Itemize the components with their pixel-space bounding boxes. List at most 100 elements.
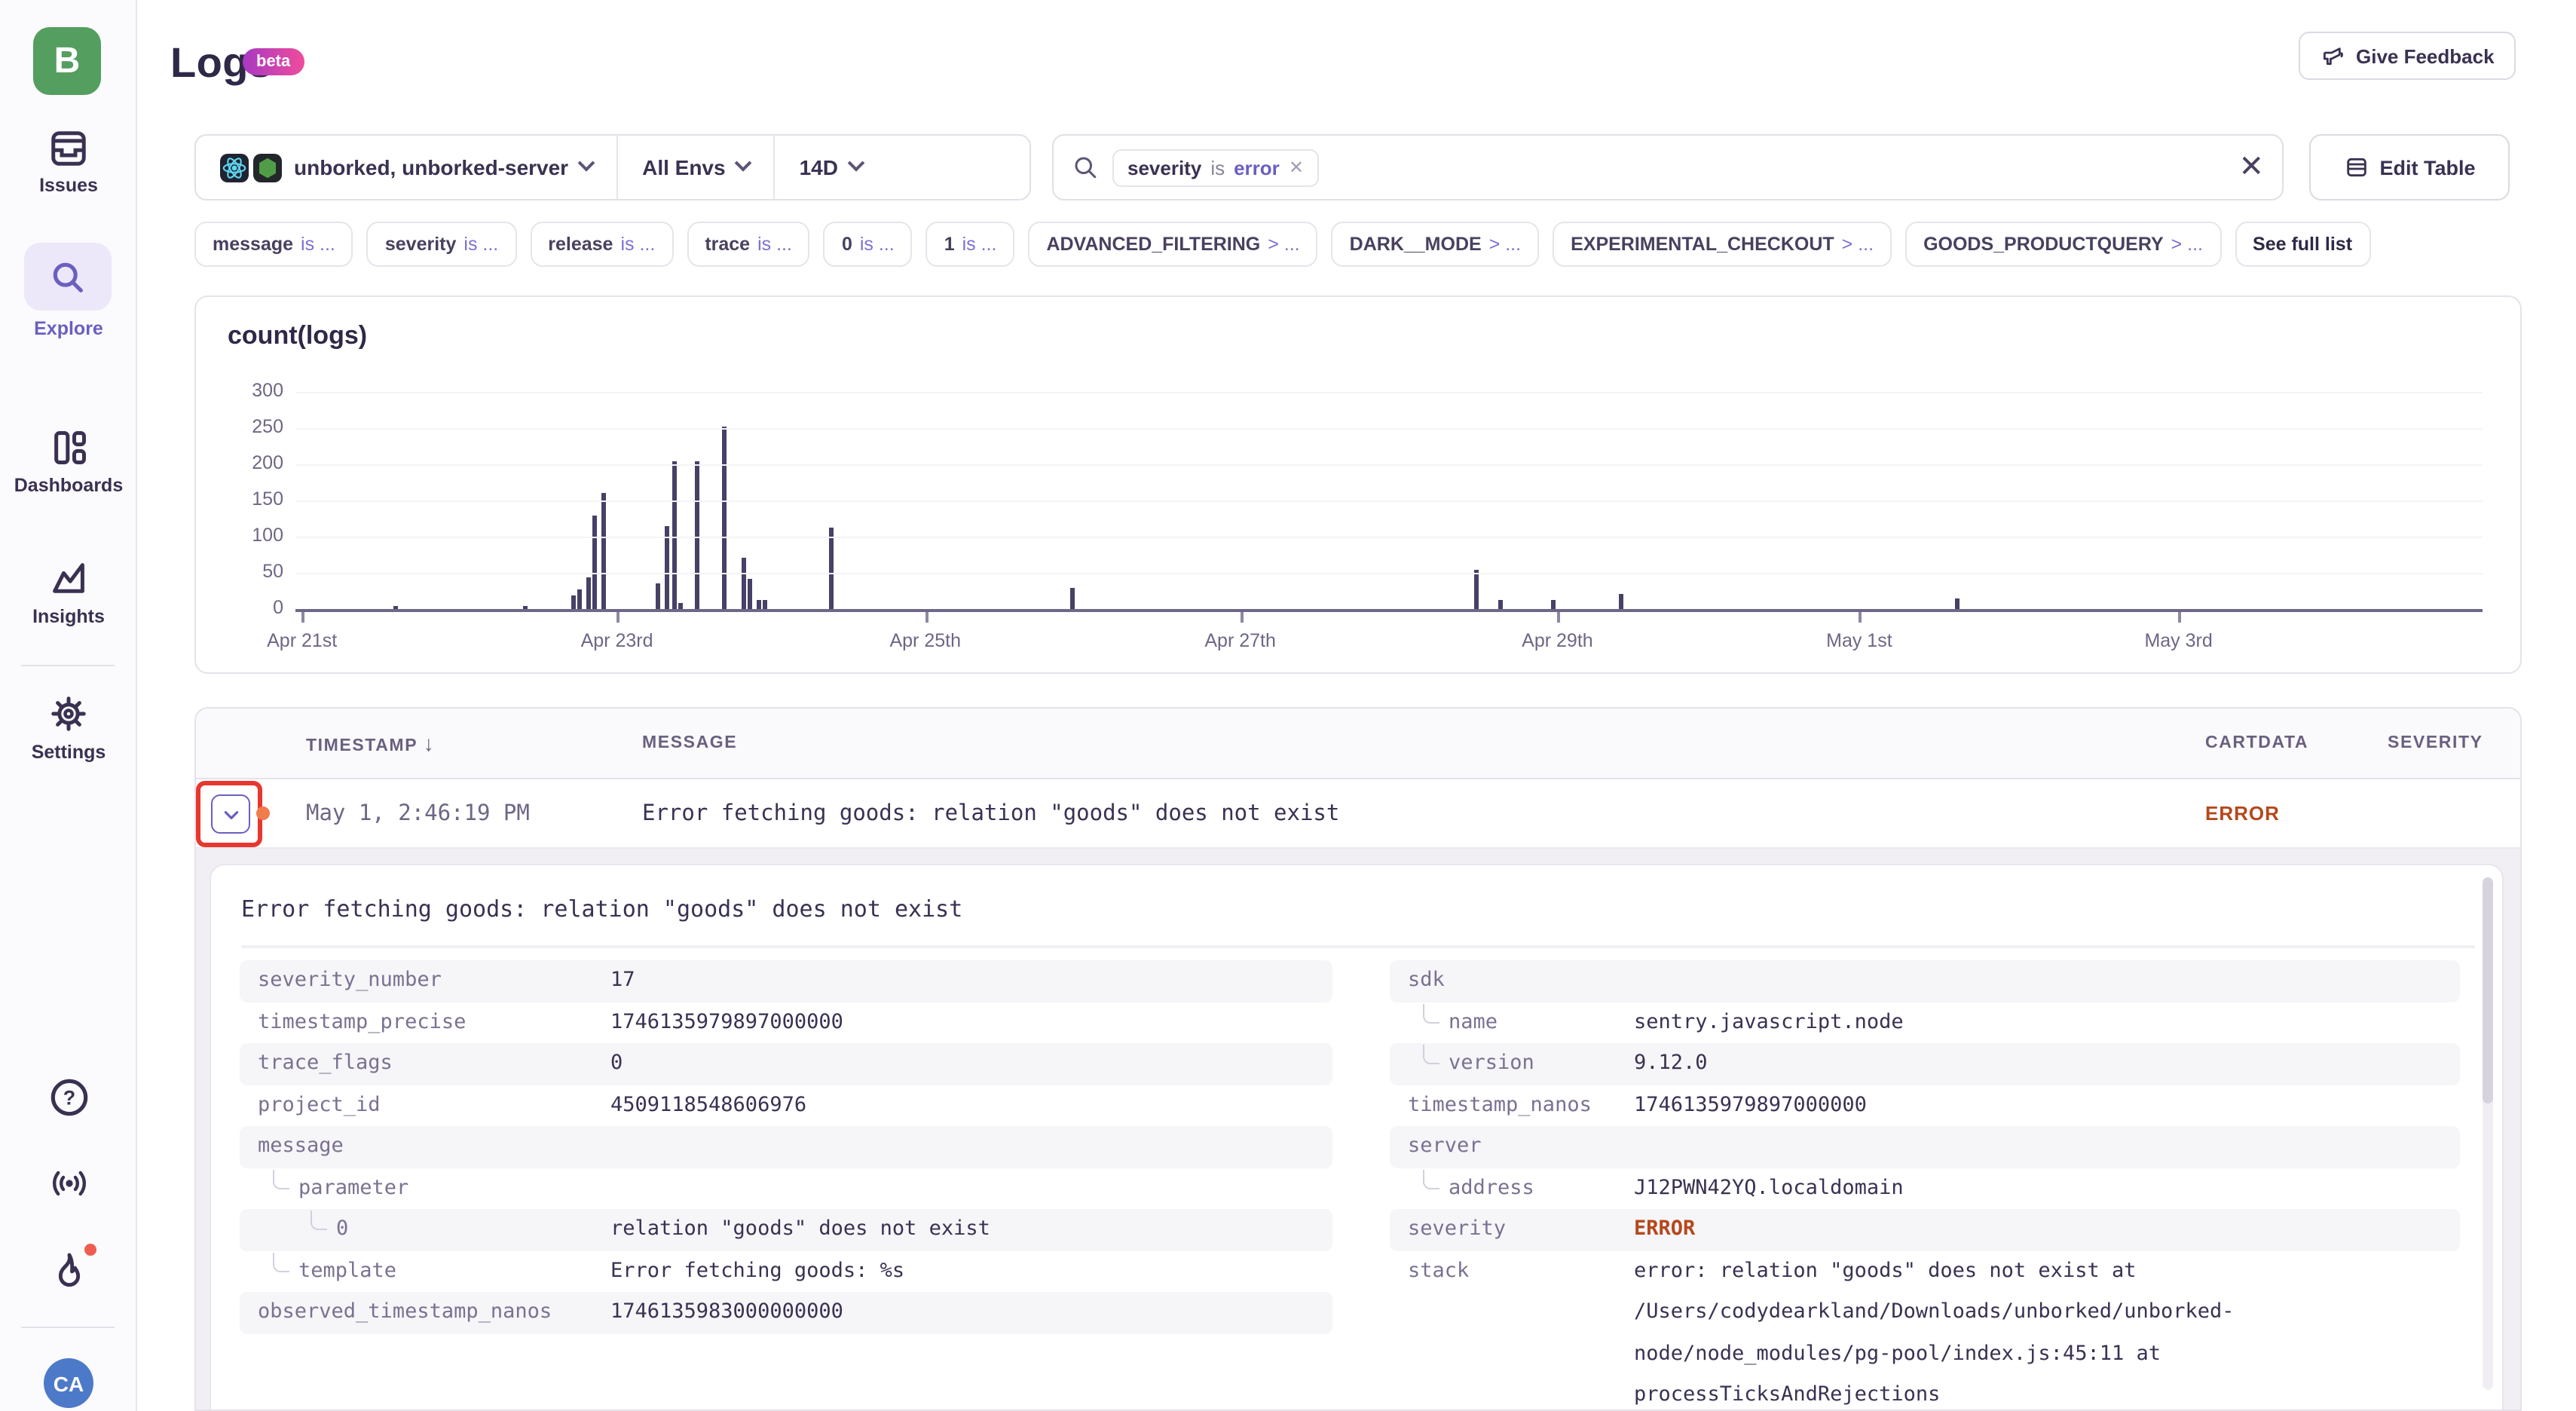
filter-chip[interactable]: ADVANCED_FILTERING> ...: [1028, 222, 1317, 267]
log-detail-title: Error fetching goods: relation "goods" d…: [241, 895, 962, 923]
logs-count-chart: count(logs) Apr 21stApr 23rdApr 25thApr …: [194, 295, 2522, 674]
x-axis-tick-label: May 3rd: [2111, 630, 2247, 651]
sidebar-divider: [21, 1327, 115, 1328]
chart-bar[interactable]: [571, 596, 576, 609]
chart-bar[interactable]: [829, 528, 834, 610]
edit-table-button[interactable]: Edit Table: [2309, 134, 2510, 200]
chart-bar[interactable]: [601, 493, 606, 609]
y-axis-tick-label: 50: [217, 561, 283, 582]
help-button[interactable]: ?: [0, 1076, 137, 1119]
search-input[interactable]: severity is error ✕ ✕: [1052, 134, 2284, 200]
filter-chip[interactable]: 1is ...: [926, 222, 1015, 267]
filter-chip[interactable]: traceis ...: [687, 222, 810, 267]
dashboards-grid-icon: [49, 428, 88, 467]
field-value: 1746135979897000000: [1634, 1085, 1867, 1126]
node-platform-icon: [253, 153, 282, 182]
chart-bar[interactable]: [656, 583, 661, 609]
x-axis-tick-label: Apr 21st: [234, 630, 370, 651]
megaphone-icon: [2320, 44, 2345, 68]
column-header-message[interactable]: MESSAGE: [642, 709, 737, 779]
field-value: relation "goods" does not exist: [610, 1209, 990, 1250]
chart-bar[interactable]: [722, 426, 727, 609]
chart-bar[interactable]: [1619, 595, 1623, 609]
chart-bar[interactable]: [1551, 601, 1556, 610]
user-avatar[interactable]: CA: [44, 1358, 93, 1408]
table-row[interactable]: May 1, 2:46:19 PM Error fetching goods: …: [196, 779, 2520, 849]
sidebar-item-insights[interactable]: Insights: [0, 559, 137, 627]
table-header: TIMESTAMP ↓ MESSAGE CARTDATA SEVERITY: [196, 709, 2520, 779]
filter-chip[interactable]: severityis ...: [367, 222, 516, 267]
chip-suffix: is ...: [962, 234, 997, 255]
detail-scrollbar-thumb[interactable]: [2483, 877, 2493, 1103]
tree-elbow-icon: [1423, 1045, 1439, 1064]
log-field-row: server: [1390, 1126, 2460, 1168]
column-header-cartdata[interactable]: CARTDATA: [2205, 709, 2308, 779]
chip-suffix: > ...: [1842, 234, 1874, 255]
sidebar-item-label: Issues: [0, 175, 137, 196]
chart-bar[interactable]: [672, 461, 676, 609]
chevron-down-icon: [221, 804, 240, 824]
field-value: error: relation "goods" does not exist a…: [1634, 1250, 2271, 1411]
chart-bar[interactable]: [1956, 598, 1960, 609]
org-logo[interactable]: B: [33, 27, 101, 95]
whats-new-flame-icon: [47, 1250, 90, 1292]
search-clear-icon[interactable]: ✕: [2238, 152, 2264, 182]
help-icon: ?: [47, 1076, 90, 1119]
chart-bar[interactable]: [748, 579, 753, 609]
chart-bar[interactable]: [665, 526, 669, 609]
field-value: 1746135979897000000: [610, 1002, 843, 1043]
chart-bar[interactable]: [393, 605, 398, 609]
sidebar-item-issues[interactable]: Issues: [0, 130, 137, 196]
chart-bar[interactable]: [523, 605, 528, 609]
filter-chip[interactable]: EXPERIMENTAL_CHECKOUT> ...: [1553, 222, 1892, 267]
annotation-click-dot: [256, 807, 270, 820]
sidebar-item-explore[interactable]: [24, 243, 112, 311]
environment-selector[interactable]: All Envs: [616, 136, 774, 199]
y-axis-tick-label: 150: [217, 488, 283, 510]
project-selector[interactable]: unborked, unborked-server: [196, 136, 616, 199]
filter-chip[interactable]: GOODS_PRODUCTQUERY> ...: [1905, 222, 2221, 267]
sort-descending-icon: ↓: [424, 731, 434, 755]
chart-bar[interactable]: [742, 559, 746, 609]
give-feedback-button[interactable]: Give Feedback: [2299, 32, 2516, 80]
chart-bar[interactable]: [696, 461, 700, 609]
settings-gear-icon: [48, 693, 89, 734]
whats-new-button[interactable]: [0, 1250, 137, 1292]
field-value: 1746135983000000000: [610, 1292, 843, 1333]
x-axis-tick-label: May 1st: [1791, 630, 1927, 651]
chart-bar[interactable]: [678, 603, 683, 609]
y-axis-tick-label: 250: [217, 416, 283, 437]
chart-bar[interactable]: [1474, 569, 1479, 609]
filter-chip[interactable]: releaseis ...: [530, 222, 673, 267]
date-range-selector[interactable]: 14D: [774, 136, 886, 199]
chart-bar[interactable]: [757, 601, 761, 610]
filter-chip[interactable]: 0is ...: [824, 222, 913, 267]
quick-filter-chips: messageis ... severityis ... releaseis ...…: [194, 222, 2576, 267]
log-field-row: version9.12.0: [1390, 1043, 2460, 1085]
field-key: timestamp_nanos: [1390, 1085, 1634, 1126]
chart-bar[interactable]: [1498, 601, 1503, 610]
expand-row-button[interactable]: [211, 794, 250, 834]
search-filter-token[interactable]: severity is error ✕: [1112, 148, 1319, 186]
chip-label: trace: [705, 234, 750, 255]
column-header-severity[interactable]: SEVERITY: [2388, 709, 2483, 779]
filter-chip[interactable]: messageis ...: [194, 222, 353, 267]
sidebar-item-dashboards[interactable]: Dashboards: [0, 428, 137, 496]
field-value: 0: [610, 1043, 623, 1085]
log-field-row: project_id4509118548606976: [240, 1085, 1332, 1126]
chart-bar[interactable]: [1069, 587, 1074, 609]
chart-bar[interactable]: [763, 601, 768, 610]
chart-bar[interactable]: [593, 515, 598, 609]
gridline: [295, 573, 2483, 574]
sidebar-item-label: Settings: [0, 742, 137, 763]
tree-elbow-icon: [1423, 1003, 1439, 1023]
chart-bar[interactable]: [586, 578, 591, 609]
broadcast-button[interactable]: [0, 1165, 137, 1201]
column-header-timestamp[interactable]: TIMESTAMP ↓: [306, 709, 434, 782]
see-full-list-chip[interactable]: See full list: [2235, 222, 2370, 267]
sidebar-item-settings[interactable]: Settings: [0, 693, 137, 763]
token-remove-icon[interactable]: ✕: [1289, 157, 1304, 178]
chart-bar[interactable]: [577, 589, 582, 609]
row-severity-badge: ERROR: [2205, 779, 2280, 849]
filter-chip[interactable]: DARK__MODE> ...: [1332, 222, 1539, 267]
